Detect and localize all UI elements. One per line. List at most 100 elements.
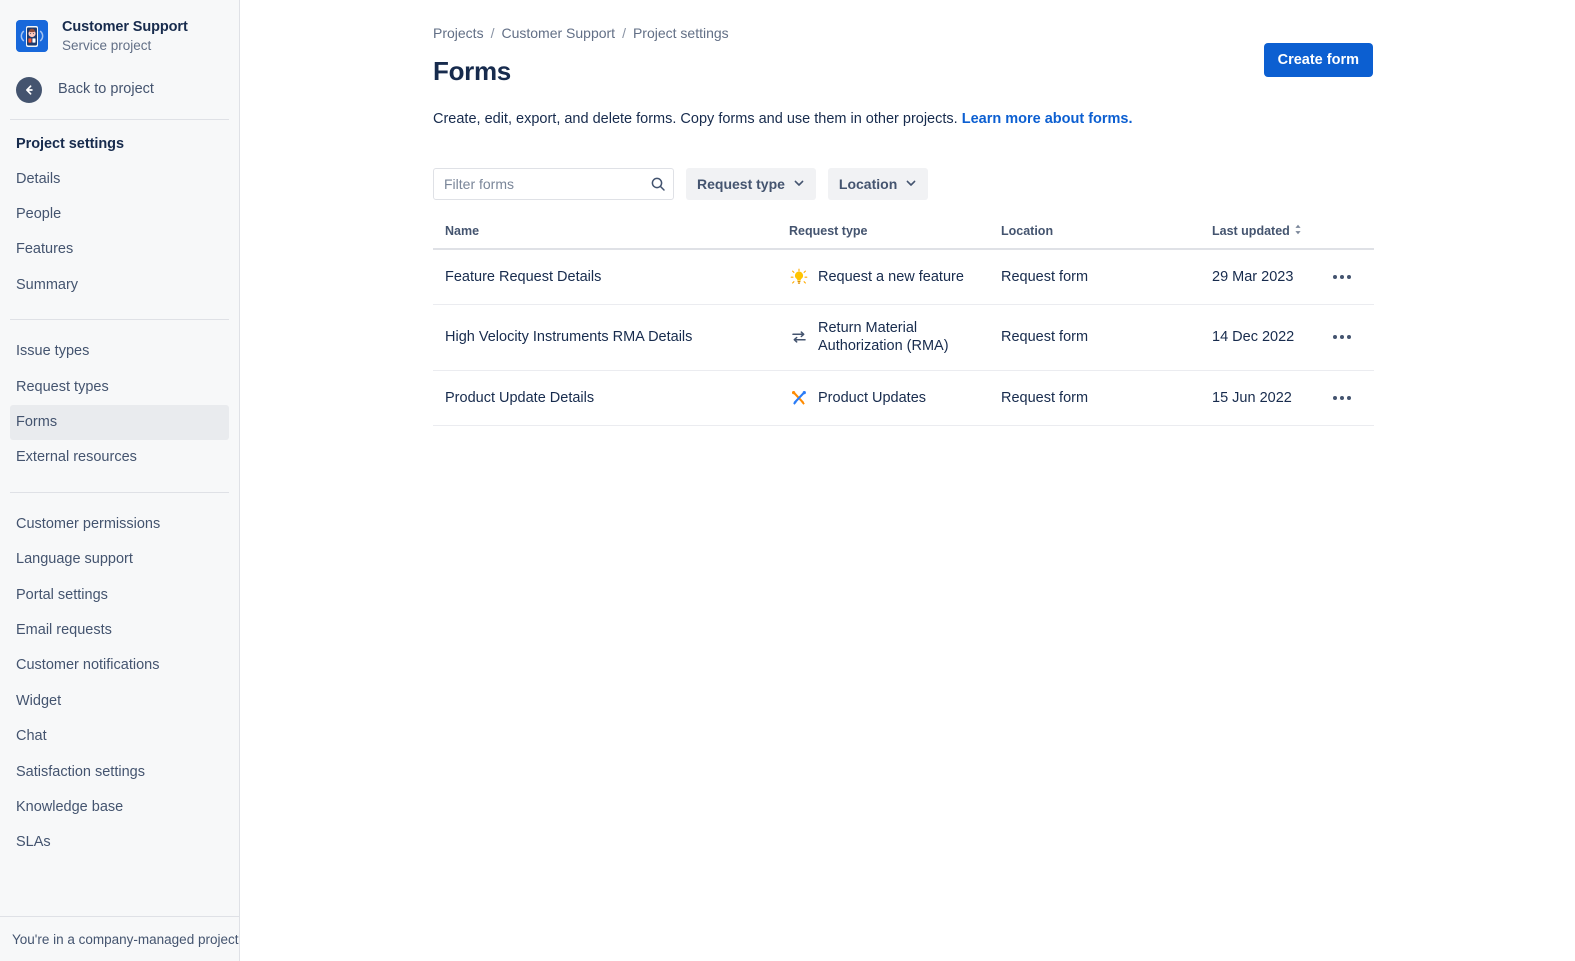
cell-location: Request form (1001, 304, 1212, 370)
more-actions-icon[interactable] (1328, 385, 1356, 411)
sidebar-section-title: Project settings (0, 120, 239, 162)
cell-actions (1322, 249, 1374, 305)
request-type-filter-label: Request type (697, 176, 785, 192)
create-form-button[interactable]: Create form (1264, 43, 1373, 77)
sidebar-item-features[interactable]: Features (10, 232, 229, 267)
forms-table-header: Name Request type Location Last updated (433, 224, 1374, 249)
search-input[interactable] (433, 168, 674, 200)
sidebar-nav-group-channels: Customer permissions Language support Po… (0, 507, 239, 861)
sidebar-item-request-types[interactable]: Request types (10, 370, 229, 405)
sidebar-item-chat[interactable]: Chat (10, 719, 229, 754)
chevron-down-icon (905, 176, 917, 192)
location-filter-dropdown[interactable]: Location (828, 168, 928, 200)
sidebar-item-language-support[interactable]: Language support (10, 542, 229, 577)
sidebar-item-customer-notifications[interactable]: Customer notifications (10, 648, 229, 683)
request-type-label: Product Updates (818, 389, 926, 408)
sidebar-spacer-1 (0, 303, 239, 317)
sidebar-item-email-requests[interactable]: Email requests (10, 613, 229, 648)
breadcrumb-separator-2: / (622, 25, 626, 41)
sidebar-item-summary[interactable]: Summary (10, 268, 229, 303)
column-header-location: Location (1001, 224, 1212, 249)
exchange-arrows-icon (789, 327, 809, 347)
filter-toolbar: Request type Location (433, 168, 1575, 200)
learn-more-about-forms-link[interactable]: Learn more about forms. (962, 111, 1133, 127)
cell-form-name: High Velocity Instruments RMA Details (433, 304, 789, 370)
request-type-cell: Return Material Authorization (RMA) (789, 319, 1001, 356)
breadcrumb-item-project-settings[interactable]: Project settings (633, 25, 729, 41)
column-header-name: Name (433, 224, 789, 249)
forms-page: Projects / Customer Support / Project se… (240, 0, 1575, 426)
cell-actions (1322, 371, 1374, 426)
main-content: Projects / Customer Support / Project se… (240, 0, 1575, 961)
crossed-tools-icon (789, 388, 809, 408)
more-dot (1340, 335, 1344, 339)
sidebar-item-details[interactable]: Details (10, 162, 229, 197)
back-to-project-label: Back to project (58, 82, 154, 97)
request-type-label: Return Material Authorization (RMA) (818, 319, 1001, 356)
sidebar-spacer-3 (0, 476, 239, 490)
project-meta: Customer Support Service project (62, 18, 188, 55)
page-title: Forms (433, 57, 511, 87)
table-row[interactable]: Feature Request Details (433, 249, 1374, 305)
sidebar-item-people[interactable]: People (10, 197, 229, 232)
forms-table-body: Feature Request Details (433, 249, 1374, 426)
sidebar-item-knowledge-base[interactable]: Knowledge base (10, 790, 229, 825)
column-header-last-updated[interactable]: Last updated (1212, 224, 1322, 249)
more-dot (1347, 335, 1351, 339)
sidebar-item-slas[interactable]: SLAs (10, 825, 229, 860)
table-header-row: Name Request type Location Last updated (433, 224, 1374, 249)
sidebar-item-external-resources[interactable]: External resources (10, 440, 229, 475)
more-dot (1333, 275, 1337, 279)
search-icon[interactable] (649, 175, 667, 193)
filter-forms-search (433, 168, 674, 200)
breadcrumb-item-customer-support[interactable]: Customer Support (501, 25, 615, 41)
table-row[interactable]: Product Update Details (433, 371, 1374, 426)
app-root: Customer Support Service project Back to… (0, 0, 1575, 961)
request-type-label: Request a new feature (818, 268, 964, 287)
project-name: Customer Support (62, 18, 188, 36)
more-dot (1340, 275, 1344, 279)
cell-form-name: Feature Request Details (433, 249, 789, 305)
project-header[interactable]: Customer Support Service project (0, 0, 239, 65)
sidebar-nav-group-general: Details People Features Summary (0, 162, 239, 304)
cell-location: Request form (1001, 249, 1212, 305)
cell-last-updated: 14 Dec 2022 (1212, 304, 1322, 370)
cell-request-type: Product Updates (789, 371, 1001, 426)
project-settings-sidebar: Customer Support Service project Back to… (0, 0, 240, 961)
sort-by-last-updated[interactable]: Last updated (1212, 224, 1302, 238)
page-header-row: Forms Create form (433, 57, 1575, 87)
back-to-project-link[interactable]: Back to project (0, 65, 239, 117)
more-dot (1333, 396, 1337, 400)
form-name-link[interactable]: Product Update Details (445, 390, 594, 406)
sidebar-item-customer-permissions[interactable]: Customer permissions (10, 507, 229, 542)
cell-form-name: Product Update Details (433, 371, 789, 426)
form-name-link[interactable]: High Velocity Instruments RMA Details (445, 329, 692, 345)
service-desk-avatar-icon (16, 20, 48, 52)
more-dot (1347, 396, 1351, 400)
sidebar-nav-group-work: Issue types Request types Forms External… (0, 334, 239, 476)
form-name-link[interactable]: Feature Request Details (445, 269, 601, 285)
column-header-actions (1322, 224, 1374, 249)
sidebar-spacer-4 (0, 493, 239, 507)
table-row[interactable]: High Velocity Instruments RMA Details (433, 304, 1374, 370)
sidebar-item-satisfaction-settings[interactable]: Satisfaction settings (10, 755, 229, 790)
more-actions-icon[interactable] (1328, 324, 1356, 350)
cell-last-updated: 29 Mar 2023 (1212, 249, 1322, 305)
location-filter-label: Location (839, 176, 897, 192)
breadcrumb-item-projects[interactable]: Projects (433, 25, 484, 41)
breadcrumb-separator-1: / (491, 25, 495, 41)
request-type-filter-dropdown[interactable]: Request type (686, 168, 816, 200)
more-actions-icon[interactable] (1328, 264, 1356, 290)
arrow-left-circle-icon (16, 77, 42, 103)
cell-request-type: Return Material Authorization (RMA) (789, 304, 1001, 370)
request-type-cell: Product Updates (789, 388, 1001, 408)
more-dot (1347, 275, 1351, 279)
column-header-request-type: Request type (789, 224, 1001, 249)
page-description: Create, edit, export, and delete forms. … (433, 109, 1575, 130)
company-managed-note: You're in a company-managed project (12, 932, 238, 947)
sidebar-item-portal-settings[interactable]: Portal settings (10, 578, 229, 613)
sidebar-item-forms[interactable]: Forms (10, 405, 229, 440)
lightbulb-icon (789, 267, 809, 287)
sidebar-item-widget[interactable]: Widget (10, 684, 229, 719)
sidebar-item-issue-types[interactable]: Issue types (10, 334, 229, 369)
